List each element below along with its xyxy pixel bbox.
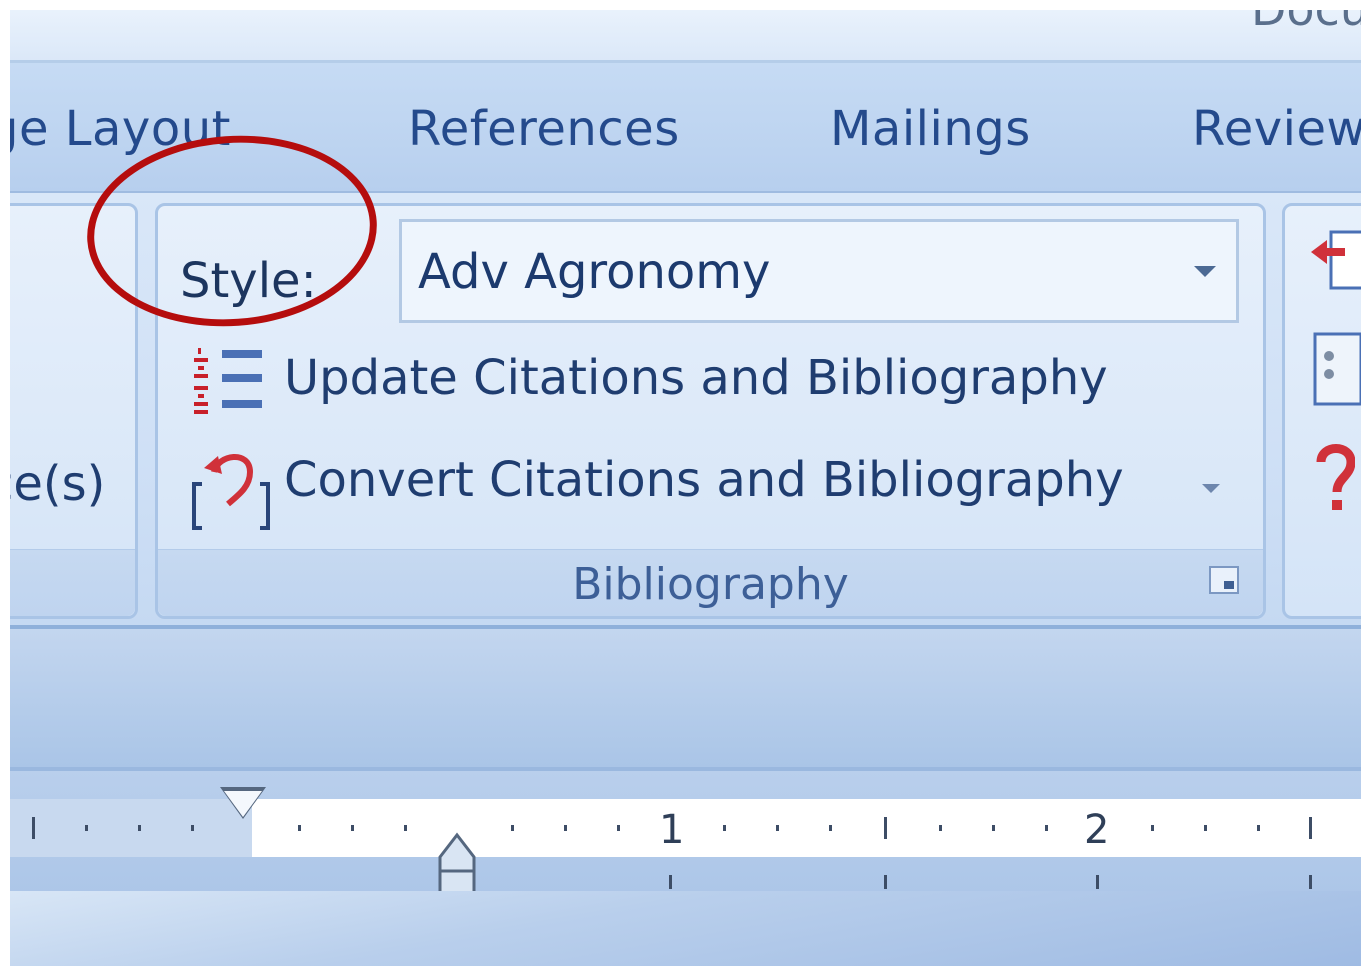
group-title-bibliography: Bibliography	[572, 559, 849, 610]
ruler-tick	[351, 825, 354, 831]
ruler-tick	[669, 875, 672, 889]
group-footer: Bibliography	[158, 549, 1263, 616]
ruler-margin	[10, 799, 252, 857]
ribbon-group-next	[1282, 203, 1361, 619]
ruler-tick	[992, 825, 995, 831]
ruler-tick	[511, 825, 514, 831]
ruler-number-1: 1	[659, 807, 685, 853]
ruler-tick	[1045, 825, 1048, 831]
ruler-tick	[829, 825, 832, 831]
style-dropdown-value: Adv Agronomy	[418, 244, 771, 300]
ruler-tick	[32, 817, 35, 839]
document-bar	[10, 629, 1361, 771]
ruler-tick	[776, 825, 779, 831]
ruler-tick	[1096, 875, 1099, 889]
document-background	[10, 891, 1361, 966]
ruler-tick	[138, 825, 141, 831]
dropdown-arrow-icon[interactable]	[1194, 266, 1216, 277]
convert-citations-label: Convert Citations and Bibliography	[284, 452, 1124, 508]
ruler-number-2: 2	[1084, 807, 1110, 853]
cross-reference-icon[interactable]	[1311, 330, 1361, 410]
tab-mailings[interactable]: Mailings	[830, 101, 1031, 157]
ruler-text-area	[252, 799, 1361, 857]
ruler-tick	[1309, 875, 1312, 889]
hanging-indent-icon[interactable]	[438, 831, 476, 897]
convert-citations-button[interactable]: Convert Citations and Bibliography	[188, 446, 1238, 536]
update-citations-icon	[194, 348, 262, 414]
ruler-tick	[884, 875, 887, 889]
first-line-indent-fill	[224, 791, 262, 817]
ruler-tick	[1151, 825, 1154, 831]
ruler-tick	[85, 825, 88, 831]
convert-citations-icon	[192, 454, 270, 530]
update-citations-button[interactable]: Update Citations and Bibliography	[188, 344, 1188, 414]
help-icon[interactable]	[1315, 442, 1355, 522]
ruler-tick	[617, 825, 620, 831]
tab-review[interactable]: Review	[1192, 101, 1361, 157]
ruler-tick	[404, 825, 407, 831]
ruler-tick	[298, 825, 301, 831]
ruler-tick	[884, 817, 887, 839]
partial-command-label[interactable]: ce(s)	[10, 456, 105, 512]
title-bar: Docu	[10, 10, 1361, 63]
window-title: Docu	[1251, 10, 1361, 36]
group-footer	[10, 549, 135, 616]
insert-caption-icon[interactable]	[1309, 222, 1361, 302]
ruler-tick	[191, 825, 194, 831]
ruler-tick	[939, 825, 942, 831]
dialog-launcher-icon[interactable]	[1209, 566, 1239, 594]
horizontal-ruler[interactable]: 1 2	[10, 771, 1361, 966]
update-citations-label: Update Citations and Bibliography	[284, 350, 1108, 406]
tab-references[interactable]: References	[408, 101, 680, 157]
ruler-tick	[1257, 825, 1260, 831]
style-dropdown[interactable]: Adv Agronomy	[399, 219, 1239, 323]
word-window: Docu ge Layout References Mailings Revie…	[10, 10, 1361, 966]
ruler-tick	[564, 825, 567, 831]
chevron-down-icon[interactable]	[1202, 484, 1220, 493]
ruler-tick	[1309, 817, 1312, 839]
ribbon-body: ce(s) Style: Adv Agronomy	[10, 126, 1361, 629]
ruler-tick	[1204, 825, 1207, 831]
ruler-tick	[723, 825, 726, 831]
